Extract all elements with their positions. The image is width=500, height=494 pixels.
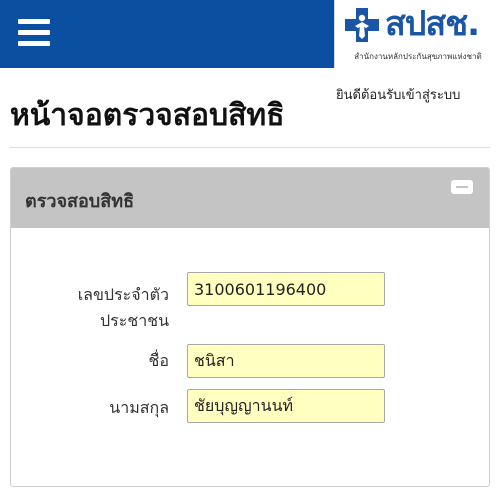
page-title: หน้าจอตรวจสอบสิทธิ: [10, 98, 285, 133]
last-name-field[interactable]: [187, 389, 385, 423]
logo-subtitle: สำนักงานหลักประกันสุขภาพแห่งชาติ: [354, 52, 482, 61]
welcome-text: ยินดีต้อนรับเข้าสู่ระบบ: [336, 88, 461, 103]
hamburger-menu-icon[interactable]: [18, 19, 50, 47]
top-navbar: สปสช. สำนักงานหลักประกันสุขภาพแห่งชาติ: [0, 0, 500, 68]
first-name-label: ชื่อ: [148, 351, 169, 370]
citizen-id-field[interactable]: [187, 272, 385, 306]
panel-title: ตรวจสอบสิทธิ: [25, 191, 135, 212]
header-divider: [10, 147, 490, 148]
eligibility-panel: ตรวจสอบสิทธิ เลขประจำตัว ประชาชน ชื่อ นา…: [10, 167, 490, 487]
citizen-id-label: เลขประจำตัว ประชาชน: [77, 285, 169, 330]
collapse-minus-icon[interactable]: [451, 180, 473, 194]
first-name-field[interactable]: [187, 344, 385, 378]
last-name-label: นามสกุล: [109, 398, 169, 417]
nhso-logo[interactable]: สปสช. สำนักงานหลักประกันสุขภาพแห่งชาติ: [334, 0, 500, 68]
logo-text: สปสช.: [385, 4, 480, 44]
panel-header: ตรวจสอบสิทธิ: [11, 168, 489, 228]
nhso-cross-logo-icon: [345, 8, 379, 42]
